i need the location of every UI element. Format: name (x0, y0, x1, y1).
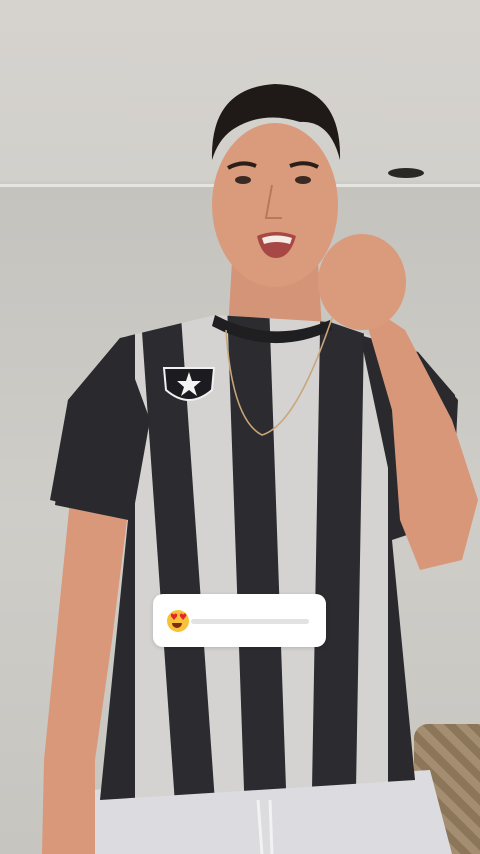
face (212, 123, 338, 287)
story-view: ♥ ♥ (0, 0, 480, 854)
story-photo (42, 84, 478, 854)
emoji-slider-sticker[interactable]: ♥ ♥ (153, 594, 326, 647)
left-eye (235, 176, 251, 184)
heart-eyes-emoji-icon[interactable]: ♥ ♥ (166, 609, 190, 633)
raised-fist (318, 234, 406, 330)
right-eye (295, 176, 311, 184)
emoji-slider-track[interactable] (191, 619, 309, 624)
